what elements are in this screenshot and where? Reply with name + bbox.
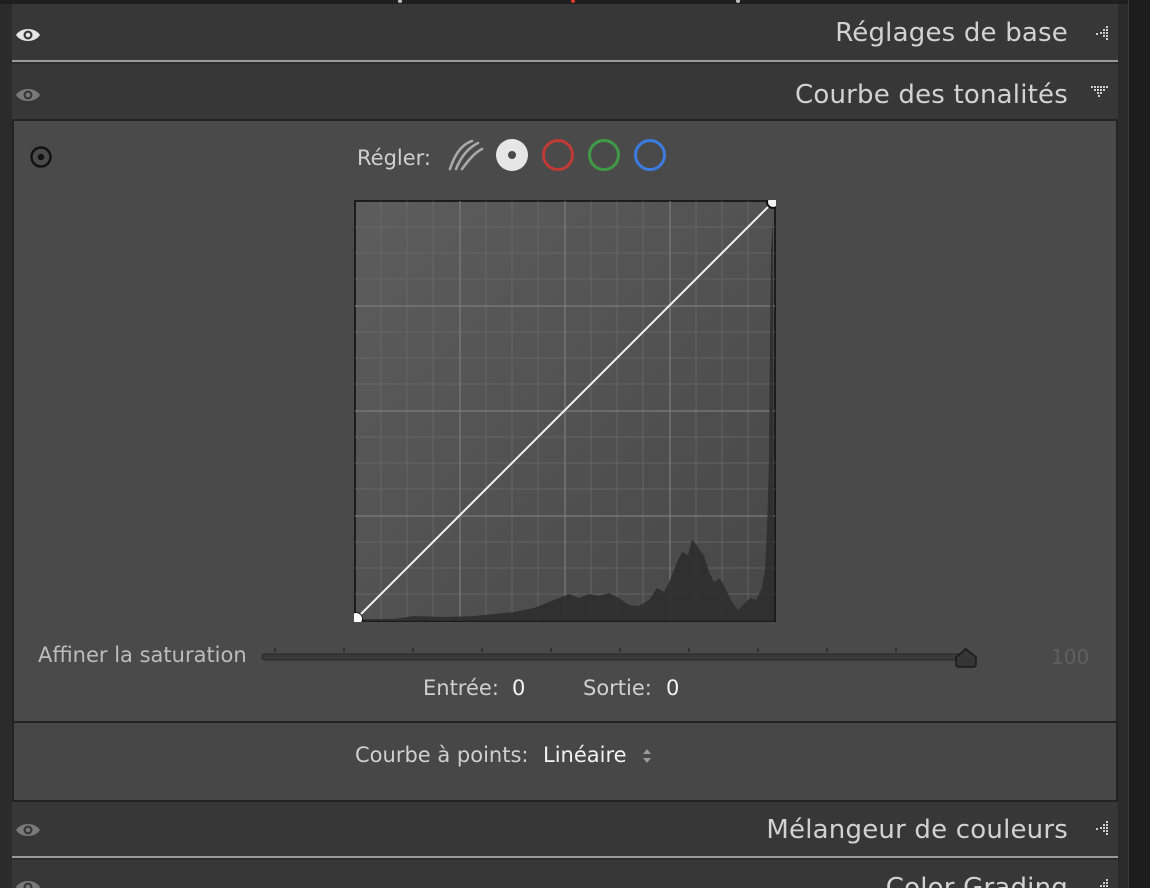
stepper-arrows-icon[interactable] xyxy=(640,745,654,767)
section-divider xyxy=(12,856,1118,858)
section-header-basic[interactable]: Réglages de base xyxy=(12,4,1118,60)
eye-icon[interactable] xyxy=(14,876,42,888)
eye-icon[interactable] xyxy=(14,84,42,106)
tick-mark-red xyxy=(571,0,575,3)
collapsed-triangle-icon[interactable] xyxy=(1092,878,1110,888)
blue-channel-icon[interactable] xyxy=(632,137,668,173)
slider-thumb[interactable] xyxy=(955,648,977,668)
tone-curve-graph[interactable] xyxy=(354,200,776,622)
section-header-tone-curve[interactable]: Courbe des tonalités xyxy=(12,64,1118,120)
target-adjustment-icon[interactable] xyxy=(29,145,53,169)
section-title: Réglages de base xyxy=(835,18,1068,48)
refine-saturation-slider[interactable] xyxy=(260,640,982,672)
parametric-curve-icon[interactable] xyxy=(446,137,484,173)
input-label: Entrée: xyxy=(423,676,499,700)
tick-mark xyxy=(398,0,402,3)
output-value: 0 xyxy=(666,676,680,700)
curve-point-white[interactable] xyxy=(766,200,776,209)
eye-icon[interactable] xyxy=(14,24,42,46)
section-header-color-grading[interactable]: Color Grading xyxy=(12,860,1118,888)
section-title: Mélangeur de couleurs xyxy=(766,815,1068,845)
point-curve-label: Courbe à points: xyxy=(355,743,529,767)
point-curve-white-icon[interactable] xyxy=(494,137,530,173)
section-title: Color Grading xyxy=(885,873,1068,888)
refine-saturation-value[interactable]: 100 xyxy=(1051,645,1089,669)
develop-panel: Réglages de base Courbe des tonalités Ré… xyxy=(0,0,1150,888)
section-header-color-mixer[interactable]: Mélangeur de couleurs xyxy=(12,802,1118,856)
scrollbar[interactable] xyxy=(1128,0,1150,888)
collapsed-triangle-icon[interactable] xyxy=(1092,820,1110,838)
section-divider xyxy=(12,60,1118,62)
slider-ticks xyxy=(274,648,966,652)
input-value: 0 xyxy=(512,676,526,700)
section-title: Courbe des tonalités xyxy=(794,80,1068,110)
expanded-triangle-icon[interactable] xyxy=(1090,84,1110,104)
collapsed-triangle-icon[interactable] xyxy=(1092,25,1110,43)
output-label: Sortie: xyxy=(583,676,652,700)
red-channel-icon[interactable] xyxy=(540,137,576,173)
adjust-label: Régler: xyxy=(357,146,431,170)
tick-mark xyxy=(736,0,740,3)
refine-saturation-label: Affiner la saturation xyxy=(38,643,247,667)
point-curve-select[interactable]: Linéaire xyxy=(543,743,627,767)
green-channel-icon[interactable] xyxy=(586,137,622,173)
eye-icon[interactable] xyxy=(14,819,42,841)
slider-track[interactable] xyxy=(261,653,975,661)
